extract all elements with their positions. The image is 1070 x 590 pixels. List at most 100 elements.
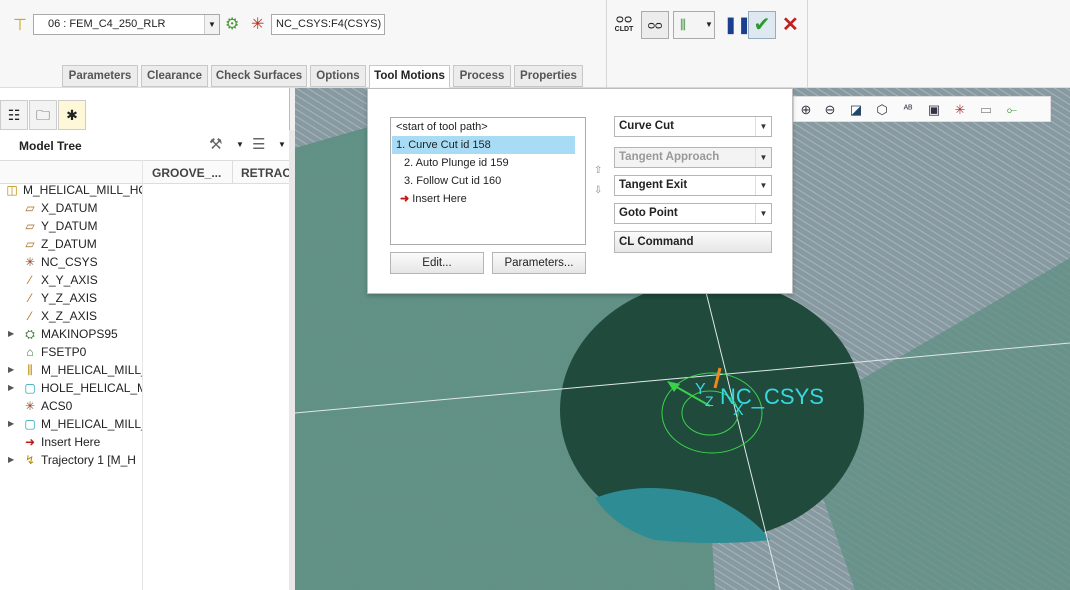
tree-item-label: FSETP0 [41, 345, 87, 359]
chevron-down-icon[interactable]: ▼ [755, 176, 771, 195]
display-style-icon[interactable]: ▣ [924, 100, 944, 120]
chevron-down-icon[interactable]: ▼ [204, 15, 219, 34]
verify-glasses-button[interactable]: ᴑᴑ [641, 11, 669, 39]
tree-item[interactable]: ➜ Insert Here [0, 433, 142, 451]
list-item-insert-here[interactable]: ➜ Insert Here [392, 190, 575, 208]
tree-item[interactable]: ✳ ACS0 [0, 397, 142, 415]
expand-arrow-icon[interactable]: ▶ [8, 451, 14, 469]
assembly-icon: ◫ [6, 183, 18, 197]
chevron-down-icon[interactable]: ▼ [755, 204, 771, 223]
datum-plane-icon: ▱ [25, 237, 35, 251]
tab-clearance[interactable]: Clearance [141, 65, 208, 87]
view-toolbar: ⊕ ⊖ ◪ ⬡ ᴬᴮ ▣ ✳ ▭ ⟜ [793, 96, 1051, 122]
checkmark-icon[interactable]: ✔ [748, 11, 776, 39]
column-groove[interactable]: GROOVE_... [152, 166, 221, 180]
tab-process[interactable]: Process [453, 65, 511, 87]
goto-point-select[interactable]: Goto Point ▼ [614, 203, 772, 224]
axis-icon: ⁄ [28, 291, 31, 305]
mill-icon: ⫼ [680, 17, 686, 32]
zoom-in-icon[interactable]: ⊕ [796, 100, 816, 120]
refit-icon[interactable]: ◪ [846, 100, 866, 120]
move-up-icon[interactable]: ⇧ [594, 165, 602, 176]
saved-views-icon[interactable]: ᴬᴮ [898, 100, 918, 120]
coordinate-system-field[interactable]: NC_CSYS:F4(CSYS) I [271, 14, 385, 35]
tab-options[interactable]: Options [310, 65, 366, 87]
tree-item-label: Y_Z_AXIS [41, 291, 98, 305]
chevron-down-icon[interactable]: ▼ [236, 140, 244, 149]
tree-item[interactable]: ▱ Y_DATUM [0, 217, 142, 235]
tree-settings-icon[interactable]: ⚒ [209, 135, 222, 153]
annotation-display-icon[interactable]: ⟜ [1002, 100, 1022, 120]
fixture-setup-icon[interactable]: ⚙ [225, 14, 239, 33]
tree-item[interactable]: ⁄ X_Z_AXIS [0, 307, 142, 325]
insert-arrow-icon: ➜ [400, 193, 410, 205]
edit-button[interactable]: Edit... [390, 252, 484, 274]
tree-item[interactable]: ⌂ FSETP0 [0, 343, 142, 361]
part-icon: ▢ [24, 417, 36, 431]
datum-plane-icon: ▱ [25, 219, 35, 233]
tree-item[interactable]: ⁄ Y_Z_AXIS [0, 289, 142, 307]
trajectory-icon: ↯ [24, 453, 36, 467]
tab-favorites[interactable]: ✱ [58, 100, 86, 130]
tab-folder-browser[interactable]: 🗀 [29, 100, 57, 130]
close-icon[interactable]: ✕ [782, 12, 799, 37]
csys-icon[interactable]: ✳ [251, 14, 264, 33]
tool-select[interactable]: 06 : FEM_C4_250_RLR ▼ [33, 14, 220, 35]
tree-item[interactable]: ◫ M_HELICAL_MILL_HO [0, 181, 142, 199]
tree-item[interactable]: ▶ ⛭ MAKINOPS95 [0, 325, 142, 343]
tree-item[interactable]: ⁄ X_Y_AXIS [0, 271, 142, 289]
expand-arrow-icon[interactable]: ▶ [8, 361, 14, 379]
column-retract[interactable]: RETRAC [241, 166, 291, 180]
tangent-exit-label: Tangent Exit [619, 179, 688, 191]
spin-center-icon[interactable]: ▭ [976, 100, 996, 120]
curve-cut-label: Curve Cut [619, 120, 674, 132]
list-item-start[interactable]: <start of tool path> [392, 118, 575, 136]
tree-item[interactable]: ✳ NC_CSYS [0, 253, 142, 271]
tab-model-tree[interactable]: ☷ [0, 100, 28, 130]
tangent-exit-select[interactable]: Tangent Exit ▼ [614, 175, 772, 196]
tree-item-label: Y_DATUM [41, 219, 98, 233]
tree-item-label: Z_DATUM [41, 237, 97, 251]
move-down-icon[interactable]: ⇩ [594, 185, 602, 196]
tree-item-label: Trajectory 1 [M_H [41, 453, 136, 467]
zoom-out-icon[interactable]: ⊖ [820, 100, 840, 120]
tab-tool-motions[interactable]: Tool Motions [369, 65, 450, 88]
list-item-auto-plunge[interactable]: 2. Auto Plunge id 159 [392, 154, 575, 172]
workpiece-icon: ⫼ [27, 363, 33, 377]
tool-select-value: 06 : FEM_C4_250_RLR [48, 18, 166, 30]
expand-arrow-icon[interactable]: ▶ [8, 415, 14, 433]
tree-item[interactable]: ▶ ↯ Trajectory 1 [M_H [0, 451, 142, 469]
tree-item[interactable]: ▶ ⫼ M_HELICAL_MILL_ [0, 361, 142, 379]
tool-icon[interactable]: ⊤ [13, 15, 27, 34]
csys-label: NC_CSYS [720, 384, 824, 409]
tangent-approach-select: Tangent Approach ▼ [614, 147, 772, 168]
list-item-curve-cut[interactable]: 1. Curve Cut id 158 [392, 136, 575, 154]
chevron-down-icon[interactable]: ▼ [755, 117, 771, 136]
machine-icon: ⛭ [25, 327, 35, 341]
expand-arrow-icon[interactable]: ▶ [8, 379, 14, 397]
tab-properties[interactable]: Properties [514, 65, 583, 87]
curve-cut-select[interactable]: Curve Cut ▼ [614, 116, 772, 137]
pause-icon[interactable]: ❚❚ [724, 15, 751, 35]
parameters-button[interactable]: Parameters... [492, 252, 586, 274]
tool-motion-list[interactable]: <start of tool path> 1. Curve Cut id 158… [390, 117, 586, 245]
tree-item[interactable]: ▶ ▢ M_HELICAL_MILL_ [0, 415, 142, 433]
view-orientation-icon[interactable]: ⬡ [872, 100, 892, 120]
datum-display-icon[interactable]: ✳ [950, 100, 970, 120]
simulate-button[interactable]: ⫼ ▼ [673, 11, 715, 39]
list-item-follow-cut[interactable]: 3. Follow Cut id 160 [392, 172, 575, 190]
chevron-down-icon[interactable]: ▼ [278, 140, 286, 149]
cldt-button[interactable]: ᴑᴑ CLDT [612, 12, 636, 40]
tab-check-surfaces[interactable]: Check Surfaces [211, 65, 307, 87]
tab-parameters[interactable]: Parameters [62, 65, 138, 87]
expand-arrow-icon[interactable]: ▶ [8, 325, 14, 343]
part-icon: ▢ [24, 381, 36, 395]
tree-item-label: M_HELICAL_MILL_ [41, 417, 142, 431]
glasses-icon: ᴑᴑ [615, 12, 633, 26]
chevron-down-icon[interactable]: ▼ [705, 20, 713, 29]
tree-filters-icon[interactable]: ☰ [252, 135, 265, 153]
tree-item[interactable]: ▶ ▢ HOLE_HELICAL_M [0, 379, 142, 397]
cl-command-button[interactable]: CL Command [614, 231, 772, 253]
tree-item[interactable]: ▱ X_DATUM [0, 199, 142, 217]
tree-item[interactable]: ▱ Z_DATUM [0, 235, 142, 253]
